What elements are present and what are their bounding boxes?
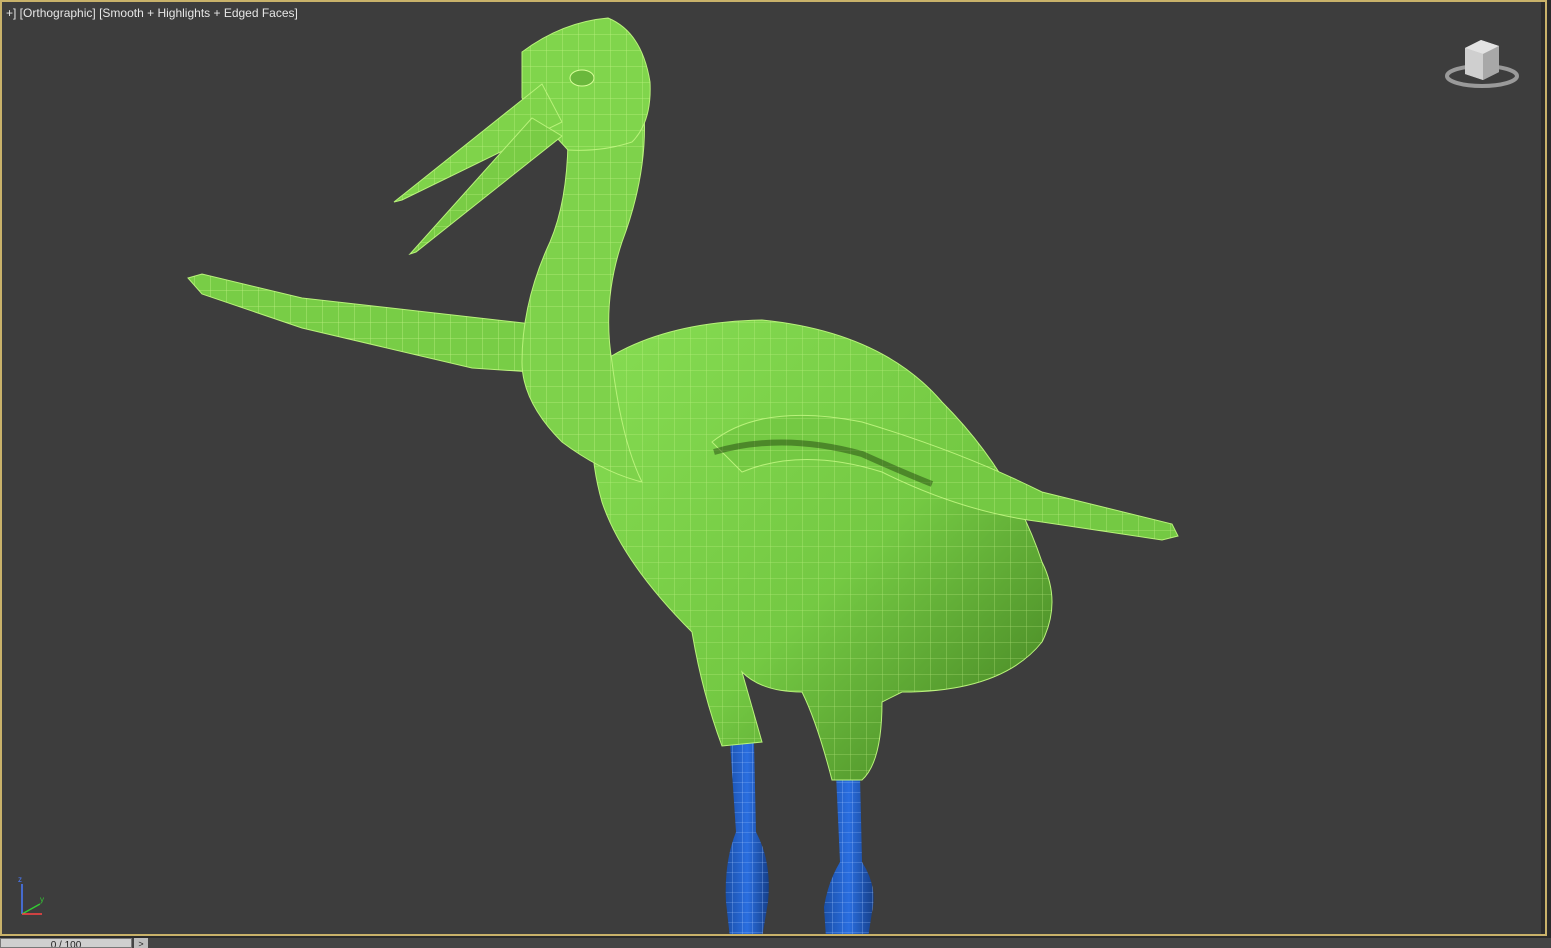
heron-model[interactable] [2, 2, 1547, 936]
time-slider[interactable]: 0 / 100 [0, 938, 132, 948]
label-separator: ] [ [92, 6, 103, 20]
axis-tripod-icon: z y [18, 875, 44, 915]
heron-wing-left[interactable] [187, 273, 533, 373]
label-separator: ] [ [13, 6, 24, 20]
label-close-bracket: ] [294, 6, 298, 20]
shading-mode-button[interactable]: Smooth + Highlights + Edged Faces [102, 6, 294, 20]
view-name-button[interactable]: Orthographic [23, 6, 92, 20]
next-frame-button[interactable]: > [134, 938, 148, 948]
viewport-right-edge [1541, 2, 1545, 934]
svg-text:y: y [40, 895, 44, 904]
heron-eye [569, 69, 595, 87]
viewport-menu-button[interactable]: + [6, 6, 13, 20]
viewport-label: +] [Orthographic] [Smooth + Highlights +… [6, 6, 298, 20]
frame-counter: 0 / 100 [50, 940, 82, 948]
time-slider-bar: 0 / 100 > [0, 938, 1551, 948]
perspective-viewport[interactable]: +] [Orthographic] [Smooth + Highlights +… [0, 0, 1547, 936]
heron-body[interactable] [591, 319, 1053, 781]
heron-leg-right[interactable] [824, 774, 874, 936]
viewcube-icon[interactable] [1443, 36, 1521, 94]
heron-leg-left[interactable] [725, 742, 769, 936]
svg-text:z: z [18, 875, 22, 884]
